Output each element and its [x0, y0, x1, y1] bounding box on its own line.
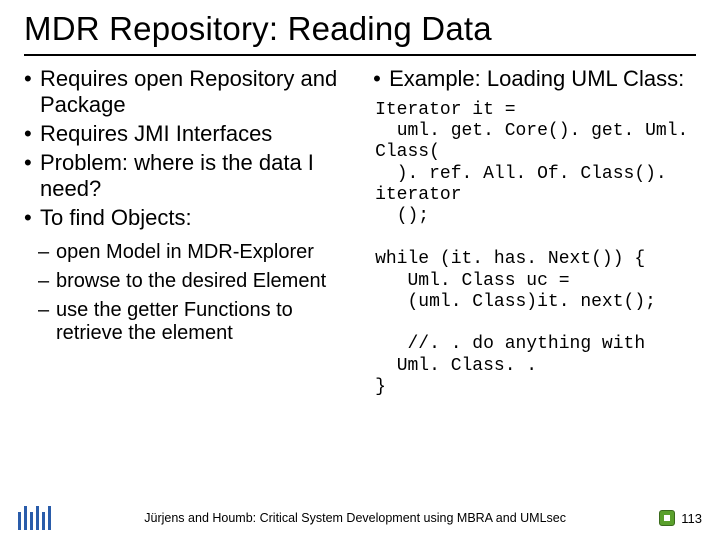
right-bullets: Example: Loading UML Class: [373, 66, 696, 92]
tum-logo [18, 506, 51, 530]
title-divider [24, 54, 696, 56]
sub-bullet-item: open Model in MDR-Explorer [24, 241, 363, 264]
left-sub-bullets: open Model in MDR-Explorer browse to the… [24, 241, 363, 345]
bullet-item: Problem: where is the data I need? [24, 150, 363, 202]
left-bullets: Requires open Repository and Package Req… [24, 66, 363, 231]
slide-title: MDR Repository: Reading Data [24, 10, 696, 48]
right-column: Example: Loading UML Class: Iterator it … [373, 66, 696, 398]
bullet-item: To find Objects: [24, 205, 363, 231]
footer-text: Jürjens and Houmb: Critical System Devel… [51, 511, 659, 525]
sub-bullet-item: use the getter Functions to retrieve the… [24, 299, 363, 345]
footer-badge-icon [659, 510, 675, 526]
bullet-item: Requires JMI Interfaces [24, 121, 363, 147]
bullet-item: Requires open Repository and Package [24, 66, 363, 118]
slide-footer: Jürjens and Houmb: Critical System Devel… [0, 506, 720, 530]
code-block-2: while (it. has. Next()) { Uml. Class uc … [373, 249, 696, 398]
bullet-item: Example: Loading UML Class: [373, 66, 696, 92]
code-block-1: Iterator it = uml. get. Core(). get. Uml… [373, 100, 696, 227]
content-columns: Requires open Repository and Package Req… [24, 66, 696, 398]
left-column: Requires open Repository and Package Req… [24, 66, 363, 398]
page-number: 113 [681, 511, 702, 526]
sub-bullet-item: browse to the desired Element [24, 270, 363, 293]
footer-right: 113 [659, 510, 702, 526]
